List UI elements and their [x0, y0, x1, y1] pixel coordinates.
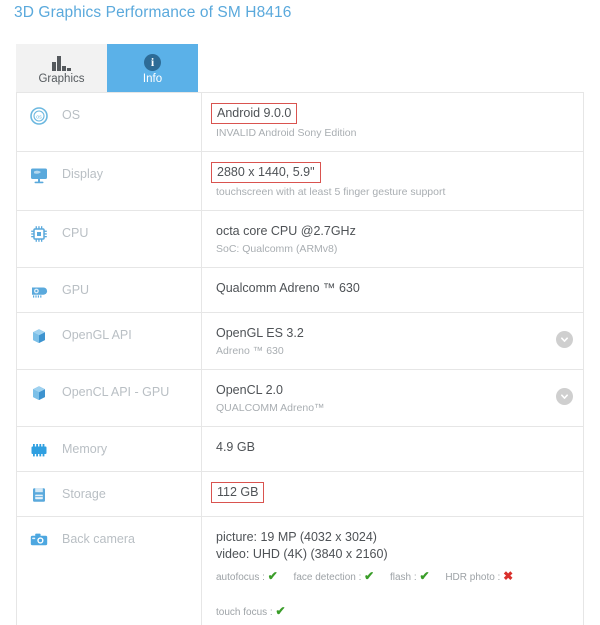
back-camera-features-row2: touch focus : ✔: [216, 604, 553, 620]
spec-subvalue: touchscreen with at least 5 finger gestu…: [216, 186, 446, 198]
spec-subvalue: INVALID Android Sony Edition: [216, 127, 357, 139]
spec-label: OS: [62, 108, 81, 122]
yes-icon: ✔: [267, 569, 278, 583]
spec-label-cell: CPU: [17, 211, 202, 267]
spec-value: 112 GB: [211, 482, 265, 503]
spec-value-cell: 4.9 GB: [202, 427, 583, 471]
spec-label-cell: OpenGL API: [17, 313, 202, 369]
spec-value-cell: 2880 x 1440, 5.9" touchscreen with at le…: [202, 152, 583, 210]
spec-label: Storage: [62, 487, 106, 501]
os-icon: os: [30, 107, 48, 125]
storage-icon: [33, 488, 45, 502]
spec-label: Back camera: [62, 532, 135, 546]
spec-label-cell: Back camera: [17, 517, 202, 625]
feature-autofocus: autofocus : ✔: [216, 569, 278, 583]
spec-value: OpenGL ES 3.2: [216, 326, 304, 340]
spec-label-cell: GPU: [17, 268, 202, 312]
feature-flash: flash : ✔: [390, 569, 430, 583]
feature-label: flash :: [390, 572, 417, 583]
spec-label-cell: Storage: [17, 472, 202, 516]
spec-value: Android 9.0.0: [211, 103, 298, 124]
feature-label: autofocus :: [216, 572, 265, 583]
expand-opengl-button[interactable]: [556, 331, 573, 348]
cpu-icon: [31, 226, 47, 242]
tab-graphics-label: Graphics: [38, 72, 85, 85]
spec-subvalue: Adreno ™ 630: [216, 345, 284, 357]
spec-value-cell: 112 GB: [202, 472, 583, 516]
spec-value-cell: OpenGL ES 3.2 Adreno ™ 630: [202, 313, 583, 369]
spec-label: GPU: [62, 283, 90, 297]
table-row: os OS Android 9.0.0 INVALID Android Sony…: [17, 93, 583, 152]
no-icon: ✖: [503, 569, 514, 583]
gpu-icon: [32, 287, 48, 298]
spec-table: os OS Android 9.0.0 INVALID Android Sony…: [16, 92, 584, 625]
back-camera-icon: [30, 533, 48, 546]
spec-label-cell: Memory: [17, 427, 202, 471]
info-icon: i: [144, 51, 161, 71]
feature-label: HDR photo :: [445, 572, 501, 583]
page-title: 3D Graphics Performance of SM H8416: [14, 4, 292, 21]
spec-label: OpenCL API - GPU: [62, 385, 170, 399]
yes-icon: ✔: [364, 569, 375, 583]
display-icon: [31, 168, 47, 184]
spec-label: CPU: [62, 226, 89, 240]
feature-hdr-photo: HDR photo : ✖: [445, 569, 514, 583]
tab-graphics[interactable]: Graphics: [16, 44, 107, 92]
table-row: Storage 112 GB: [17, 472, 583, 517]
spec-label: OpenGL API: [62, 328, 132, 342]
spec-value-cell: octa core CPU @2.7GHz SoC: Qualcomm (ARM…: [202, 211, 583, 267]
spec-label-cell: OpenCL API - GPU: [17, 370, 202, 426]
spec-value: Qualcomm Adreno ™ 630: [216, 281, 360, 295]
back-camera-video: video: UHD (4K) (3840 x 2160): [216, 547, 388, 561]
app-page: 3D Graphics Performance of SM H8416 Grap…: [0, 0, 600, 625]
table-row: Display 2880 x 1440, 5.9" touchscreen wi…: [17, 152, 583, 211]
tab-bar: Graphics i Info: [16, 44, 198, 92]
spec-label-cell: os OS: [17, 93, 202, 151]
spec-value: 4.9 GB: [216, 440, 255, 454]
tab-info-label: Info: [142, 72, 163, 85]
table-row: GPU Qualcomm Adreno ™ 630: [17, 268, 583, 313]
spec-subvalue: SoC: Qualcomm (ARMv8): [216, 243, 338, 255]
spec-label-cell: Display: [17, 152, 202, 210]
yes-icon: ✔: [275, 604, 286, 618]
svg-text:os: os: [36, 115, 42, 121]
back-camera-picture: picture: 19 MP (4032 x 3024): [216, 530, 377, 544]
chevron-down-icon: [560, 394, 569, 399]
spec-subvalue: QUALCOMM Adreno™: [216, 402, 325, 414]
spec-value: octa core CPU @2.7GHz: [216, 224, 356, 238]
spec-value: 2880 x 1440, 5.9": [211, 162, 321, 183]
spec-value-cell: Qualcomm Adreno ™ 630: [202, 268, 583, 312]
cube-icon: [33, 386, 45, 400]
spec-value: OpenCL 2.0: [216, 383, 283, 397]
feature-touch-focus: touch focus : ✔: [216, 604, 286, 618]
feature-label: touch focus :: [216, 607, 273, 618]
yes-icon: ✔: [419, 569, 430, 583]
spec-value-cell: picture: 19 MP (4032 x 3024) video: UHD …: [202, 517, 583, 625]
memory-icon: [31, 444, 47, 457]
table-row: OpenCL API - GPU OpenCL 2.0 QUALCOMM Adr…: [17, 370, 583, 427]
bar-chart-icon: [52, 51, 71, 71]
spec-value-cell: Android 9.0.0 INVALID Android Sony Editi…: [202, 93, 583, 151]
spec-label: Display: [62, 167, 103, 181]
table-row: Back camera picture: 19 MP (4032 x 3024)…: [17, 517, 583, 625]
expand-opencl-button[interactable]: [556, 388, 573, 405]
tab-info[interactable]: i Info: [107, 44, 198, 92]
cube-icon: [33, 329, 45, 343]
spec-value-cell: OpenCL 2.0 QUALCOMM Adreno™: [202, 370, 583, 426]
table-row: CPU octa core CPU @2.7GHz SoC: Qualcomm …: [17, 211, 583, 268]
back-camera-features: autofocus : ✔ face detection : ✔ flash :…: [216, 569, 553, 585]
table-row: Memory 4.9 GB: [17, 427, 583, 472]
feature-face-detection: face detection : ✔: [293, 569, 375, 583]
table-row: OpenGL API OpenGL ES 3.2 Adreno ™ 630: [17, 313, 583, 370]
spec-label: Memory: [62, 442, 108, 456]
feature-label: face detection :: [293, 572, 362, 583]
chevron-down-icon: [560, 337, 569, 342]
